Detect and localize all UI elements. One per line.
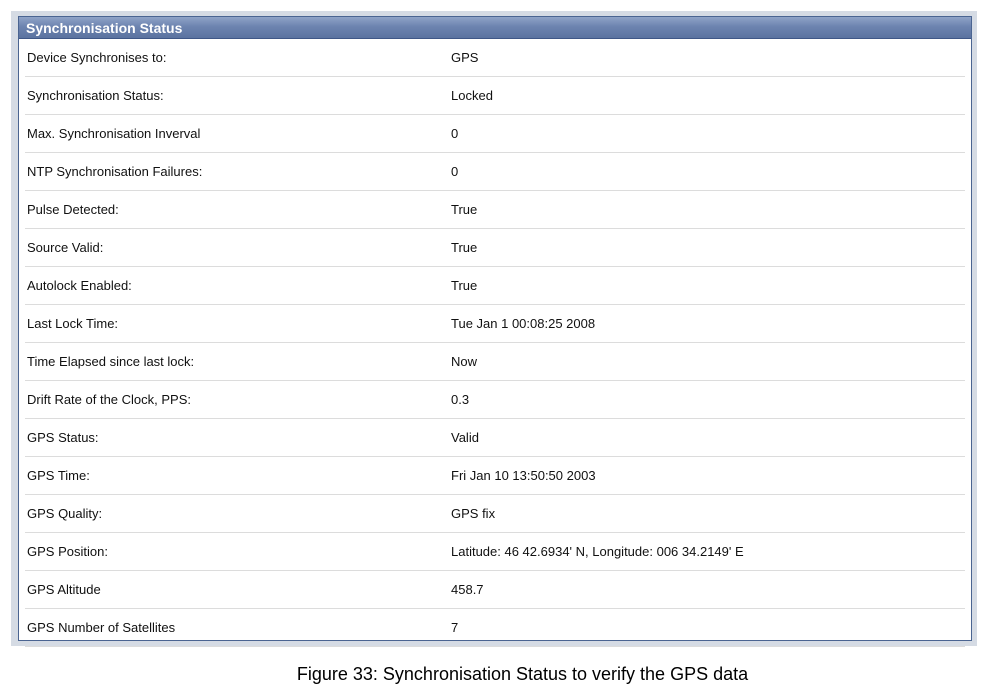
row-label: Pulse Detected: [27,202,119,217]
status-table: Device Synchronises to: GPS Synchronisat… [19,39,971,647]
row-value: GPS [451,50,479,65]
row-value: Now [451,354,478,369]
table-row: GPS Number of Satellites 7 [25,609,965,647]
row-value: Tue Jan 1 00:08:25 2008 [451,316,596,331]
row-label: Source Valid: [27,240,104,255]
row-value: GPS fix [451,506,496,521]
row-value: Latitude: 46 42.6934' N, Longitude: 006 … [451,544,744,559]
row-value: 0 [451,164,459,179]
table-row: GPS Quality: GPS fix [25,495,965,533]
row-label: Last Lock Time: [27,316,119,331]
table-row: Max. Synchronisation Inverval 0 [25,115,965,153]
panel-title: Synchronisation Status [19,17,971,39]
row-label: GPS Altitude [27,582,101,597]
row-value: Locked [451,88,493,103]
table-row: Last Lock Time: Tue Jan 1 00:08:25 2008 [25,305,965,343]
row-label: GPS Position: [27,544,108,559]
row-label: GPS Number of Satellites [27,620,176,635]
table-row: NTP Synchronisation Failures: 0 [25,153,965,191]
row-label: GPS Status: [27,430,99,445]
table-row: Source Valid: True [25,229,965,267]
row-value: Fri Jan 10 13:50:50 2003 [451,468,596,483]
table-row: Device Synchronises to: GPS [25,39,965,77]
row-label: GPS Quality: [27,506,103,521]
row-label: GPS Time: [27,468,90,483]
row-value: True [451,240,478,255]
synchronisation-status-panel: Synchronisation Status Device Synchronis… [18,16,972,647]
status-frame: Synchronisation Status Device Synchronis… [11,11,977,647]
row-label: Time Elapsed since last lock: [27,354,195,369]
row-label: NTP Synchronisation Failures: [27,164,203,179]
row-value: 7 [451,620,459,635]
row-value: 0 [451,126,459,141]
table-row: GPS Status: Valid [25,419,965,457]
row-label: Synchronisation Status: [27,88,164,103]
figure-caption: Figure 33: Synchronisation Status to ver… [296,664,749,684]
row-value: 458.7 [451,582,484,597]
row-label: Drift Rate of the Clock, PPS: [27,392,192,407]
table-row: Synchronisation Status: Locked [25,77,965,115]
row-value: 0.3 [451,392,470,407]
table-row: GPS Altitude 458.7 [25,571,965,609]
table-row: GPS Time: Fri Jan 10 13:50:50 2003 [25,457,965,495]
row-value: Valid [451,430,479,445]
table-row: Time Elapsed since last lock: Now [25,343,965,381]
table-row: Pulse Detected: True [25,191,965,229]
table-row: Drift Rate of the Clock, PPS: 0.3 [25,381,965,419]
row-label: Max. Synchronisation Inverval [27,126,201,141]
row-label: Device Synchronises to: [27,50,167,65]
table-row: GPS Position: Latitude: 46 42.6934' N, L… [25,533,965,571]
row-label: Autolock Enabled: [27,278,132,293]
row-value: True [451,278,478,293]
table-row: Autolock Enabled: True [25,267,965,305]
row-value: True [451,202,478,217]
